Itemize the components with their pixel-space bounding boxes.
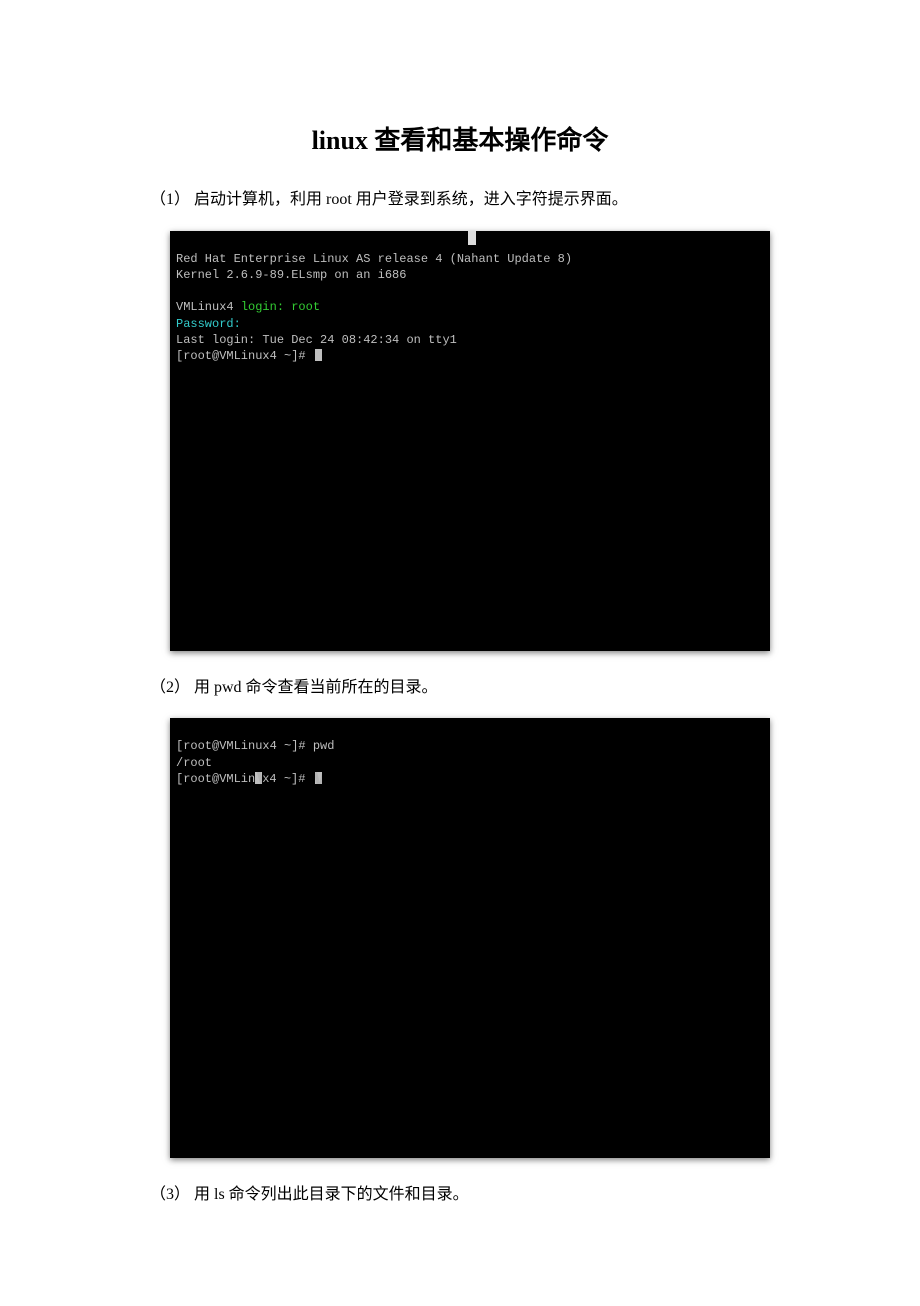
cursor-icon [315, 772, 322, 784]
term2-prompt1: [root@VMLinux4 ~]# [176, 739, 313, 753]
term1-prompt: [root@VMLinux4 ~]# [176, 349, 313, 363]
term1-password-label: Password: [176, 317, 241, 331]
term1-login-label: login: [241, 300, 284, 314]
term1-host: VMLinux4 [176, 300, 234, 314]
document-page: linux 查看和基本操作命令 （1） 启动计算机，利用 root 用户登录到系… [0, 0, 920, 1306]
step-3-text: （3） 用 ls 命令列出此目录下的文件和目录。 [150, 1182, 770, 1208]
step-2-text: （2） 用 pwd 命令查看当前所在的目录。 [150, 675, 770, 701]
term2-cmd1: pwd [313, 739, 335, 753]
term2-out1: /root [176, 756, 212, 770]
terminal-pwd-screenshot: [root@VMLinux4 ~]# pwd /root [root@VMLin… [170, 718, 770, 1158]
content-area: linux 查看和基本操作命令 （1） 启动计算机，利用 root 用户登录到系… [150, 120, 770, 1208]
step-1-text: （1） 启动计算机，利用 root 用户登录到系统，进入字符提示界面。 [150, 187, 770, 213]
term1-line1: Red Hat Enterprise Linux AS release 4 (N… [176, 252, 572, 266]
cursor-icon [315, 349, 322, 361]
page-title: linux 查看和基本操作命令 [150, 120, 770, 157]
term1-login-user: root [291, 300, 320, 314]
term2-prompt2a: [root@VMLin [176, 772, 255, 786]
term1-line2: Kernel 2.6.9-89.ELsmp on an i686 [176, 268, 406, 282]
term1-lastlogin: Last login: Tue Dec 24 08:42:34 on tty1 [176, 333, 457, 347]
cursor-block-icon [468, 231, 476, 245]
term2-prompt2b: x4 ~]# [262, 772, 312, 786]
terminal-login-screenshot: Red Hat Enterprise Linux AS release 4 (N… [170, 231, 770, 651]
